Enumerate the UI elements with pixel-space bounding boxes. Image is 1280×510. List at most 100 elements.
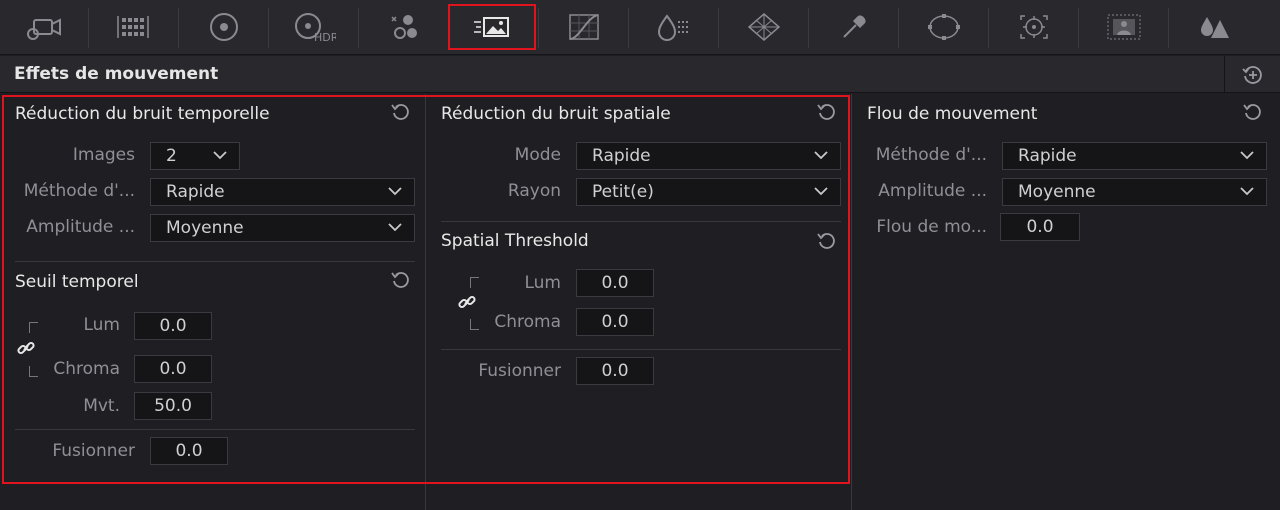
hdr-wheels-button[interactable]: HDR	[270, 4, 358, 50]
chevron-down-icon	[814, 151, 828, 160]
link-bracket	[29, 322, 38, 333]
toolbar-divider	[898, 8, 899, 48]
spatial-radius-select[interactable]: Petit(e)	[576, 178, 841, 206]
images-value: 2	[166, 146, 177, 166]
qualifier-icon	[747, 13, 781, 41]
temporal-chroma-label: Chroma	[53, 359, 120, 379]
temporal-amplitude-select[interactable]: Moyenne	[150, 214, 415, 242]
rgb-mixer-icon	[391, 15, 417, 39]
toolbar-divider	[268, 8, 269, 48]
chevron-down-icon	[213, 151, 227, 160]
color-wheels-icon	[210, 13, 238, 41]
column-divider	[425, 94, 426, 510]
temporal-lum-label: Lum	[83, 315, 120, 335]
motion-blur-amount-field[interactable]: 0.0	[1000, 213, 1080, 241]
temporal-amplitude-value: Moyenne	[166, 218, 244, 238]
palette-toolbar: HDR	[0, 0, 1280, 55]
color-warper-button[interactable]	[630, 4, 718, 50]
temporal-lum-field[interactable]: 0.0	[134, 312, 212, 340]
section-divider	[441, 349, 841, 350]
spatial-mode-label: Mode	[514, 145, 561, 165]
chevron-down-icon	[1240, 151, 1254, 160]
toolbar-divider	[88, 8, 89, 48]
tracker-icon	[1020, 15, 1048, 39]
color-warper-icon	[657, 14, 688, 41]
chevron-down-icon	[1240, 187, 1254, 196]
motion-field[interactable]: 50.0	[134, 392, 212, 420]
reset-icon[interactable]	[816, 101, 838, 123]
temporal-method-value: Rapide	[166, 182, 225, 202]
panel-title: Effets de mouvement	[14, 64, 219, 84]
spatial-mode-value: Rapide	[592, 146, 651, 166]
key-button[interactable]	[1170, 4, 1258, 50]
temporal-amplitude-label: Amplitude ...	[26, 217, 135, 237]
curves-icon	[569, 14, 599, 40]
link-icon[interactable]	[457, 292, 477, 312]
toolbar-divider	[628, 8, 629, 48]
hdr-wheels-icon: HDR	[295, 13, 336, 44]
spatial-radius-label: Rayon	[507, 181, 561, 201]
toolbar-divider	[718, 8, 719, 48]
spatial-radius-value: Petit(e)	[592, 182, 654, 202]
windows-button[interactable]	[900, 4, 988, 50]
color-wheels-button[interactable]	[180, 4, 268, 50]
temporal-method-select[interactable]: Rapide	[150, 178, 415, 206]
power-window-icon	[928, 14, 960, 40]
chevron-down-icon	[388, 223, 402, 232]
reset-icon[interactable]	[816, 230, 838, 252]
motion-blur-method-label: Méthode d'...	[875, 145, 987, 165]
link-bracket	[470, 319, 479, 330]
curves-button[interactable]	[540, 4, 628, 50]
tracker-button[interactable]	[990, 4, 1078, 50]
temporal-threshold-title: Seuil temporel	[15, 272, 139, 292]
toolbar-divider	[1078, 8, 1079, 48]
motion-blur-method-value: Rapide	[1018, 146, 1077, 166]
link-bracket	[470, 277, 479, 288]
toolbar-divider	[358, 8, 359, 48]
temporal-method-label: Méthode d'...	[23, 181, 135, 201]
link-icon[interactable]	[16, 338, 36, 358]
temporal-blend-field[interactable]: 0.0	[150, 437, 228, 465]
motion-blur-amplitude-value: Moyenne	[1018, 182, 1096, 202]
motion-effects-button[interactable]	[448, 4, 536, 50]
spatial-lum-field[interactable]: 0.0	[576, 269, 654, 297]
column-divider	[851, 94, 852, 510]
color-match-button[interactable]	[90, 4, 178, 50]
qualifier-button[interactable]	[720, 4, 808, 50]
spatial-chroma-label: Chroma	[494, 312, 561, 332]
toolbar-divider	[538, 8, 539, 48]
reset-icon[interactable]	[390, 269, 412, 291]
temporal-chroma-field[interactable]: 0.0	[134, 355, 212, 383]
motion-effects-icon	[474, 17, 509, 37]
toolbar-divider	[988, 8, 989, 48]
rgb-mixer-button[interactable]	[360, 4, 448, 50]
toolbar-divider	[1168, 8, 1169, 48]
reset-all-button[interactable]	[1224, 56, 1280, 93]
section-divider	[15, 261, 415, 262]
images-select[interactable]: 2	[150, 142, 240, 170]
spatial-nr-title: Réduction du bruit spatiale	[441, 104, 671, 124]
spatial-threshold-title: Spatial Threshold	[441, 231, 589, 251]
magic-mask-icon	[1107, 14, 1141, 40]
spatial-chroma-field[interactable]: 0.0	[576, 308, 654, 336]
link-bracket	[29, 366, 38, 377]
camera-raw-button[interactable]	[0, 4, 88, 50]
motion-blur-amplitude-label: Amplitude ...	[878, 181, 987, 201]
qualifier-picker-button[interactable]	[810, 4, 898, 50]
spatial-blend-field[interactable]: 0.0	[576, 357, 654, 385]
motion-blur-method-select[interactable]: Rapide	[1002, 142, 1267, 170]
temporal-blend-label: Fusionner	[52, 441, 135, 461]
toolbar-divider	[808, 8, 809, 48]
spatial-mode-select[interactable]: Rapide	[576, 142, 841, 170]
motion-blur-amplitude-select[interactable]: Moyenne	[1002, 178, 1267, 206]
magic-mask-button[interactable]	[1080, 4, 1168, 50]
panel-header: Effets de mouvement	[0, 56, 1280, 93]
reset-all-icon	[1241, 65, 1262, 84]
section-divider	[15, 429, 415, 430]
reset-icon[interactable]	[390, 101, 412, 123]
reset-icon[interactable]	[1242, 101, 1264, 123]
section-divider	[441, 221, 841, 222]
color-match-icon	[117, 16, 149, 38]
motion-blur-title: Flou de mouvement	[867, 104, 1038, 124]
key-icon	[1201, 17, 1229, 38]
